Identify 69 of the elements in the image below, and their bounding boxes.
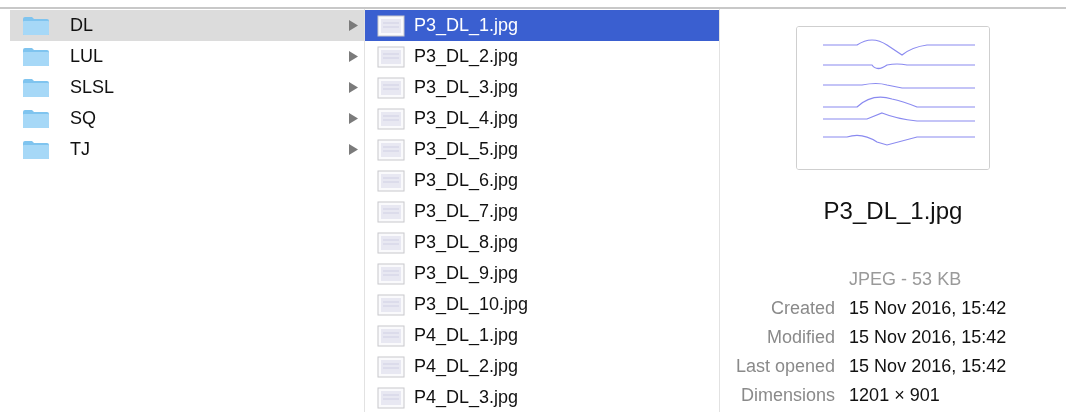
folder-icon [22,108,50,129]
image-file-icon [377,169,405,192]
info-label: Dimensions [740,385,836,406]
image-file-icon [377,107,405,130]
folder-name: TJ [70,139,91,160]
file-name: P3_DL_6.jpg [414,170,519,191]
disclosure-arrow-icon [349,20,358,31]
image-file-icon [377,293,405,316]
file-row[interactable]: P3_DL_1.jpg [365,10,719,41]
file-row[interactable]: P3_DL_10.jpg [365,289,719,320]
file-row[interactable]: P3_DL_7.jpg [365,196,719,227]
file-row[interactable]: P4_DL_3.jpg [365,382,719,412]
folder-icon [22,15,50,36]
file-row[interactable]: P4_DL_2.jpg [365,351,719,382]
folder-name: DL [70,15,94,36]
folder-name: SLSL [70,77,116,98]
disclosure-arrow-icon [349,82,358,93]
file-name: P3_DL_7.jpg [414,201,519,222]
image-file-icon [377,231,405,254]
file-name: P3_DL_3.jpg [414,77,519,98]
info-label: Created [770,298,836,319]
file-row[interactable]: P3_DL_5.jpg [365,134,719,165]
info-value: 15 Nov 2016, 15:42 [849,298,1007,319]
file-name: P4_DL_3.jpg [414,387,519,408]
file-name: P3_DL_10.jpg [414,294,529,315]
folder-name: SQ [70,108,97,129]
info-label: Modified [766,327,836,348]
folder-row[interactable]: LUL [10,41,364,72]
file-row[interactable]: P3_DL_6.jpg [365,165,719,196]
disclosure-arrow-icon [349,113,358,124]
image-file-icon [377,386,405,409]
info-value: 15 Nov 2016, 15:42 [849,327,1007,348]
preview-filename: P3_DL_1.jpg [823,197,963,225]
folder-name: LUL [70,46,105,67]
file-kind-size: JPEG - 53 KB [849,269,963,290]
file-row[interactable]: P4_DL_1.jpg [365,320,719,351]
image-file-icon [377,14,405,37]
image-file-icon [377,324,405,347]
image-file-icon [377,200,405,223]
file-row[interactable]: P3_DL_8.jpg [365,227,719,258]
folder-row[interactable]: SLSL [10,72,364,103]
file-row[interactable]: P3_DL_3.jpg [365,72,719,103]
file-row[interactable]: P3_DL_2.jpg [365,41,719,72]
info-value: 15 Nov 2016, 15:42 [849,356,1007,377]
file-name: P3_DL_1.jpg [414,15,519,36]
image-file-icon [377,262,405,285]
file-name: P4_DL_2.jpg [414,356,519,377]
image-file-icon [377,355,405,378]
file-row[interactable]: P3_DL_4.jpg [365,103,719,134]
file-name: P3_DL_5.jpg [414,139,519,160]
file-name: P3_DL_2.jpg [414,46,519,67]
file-name: P3_DL_8.jpg [414,232,519,253]
folder-row[interactable]: DL [10,10,364,41]
file-name: P3_DL_9.jpg [414,263,519,284]
file-row[interactable]: P3_DL_9.jpg [365,258,719,289]
file-name: P4_DL_1.jpg [414,325,519,346]
folder-icon [22,46,50,67]
disclosure-arrow-icon [349,144,358,155]
image-file-icon [377,76,405,99]
folder-row[interactable]: SQ [10,103,364,134]
info-value: 1201 × 901 [849,385,941,406]
file-name: P3_DL_4.jpg [414,108,519,129]
folder-icon [22,77,50,98]
info-label: Last opened [736,356,836,377]
image-file-icon [377,45,405,68]
image-file-icon [377,138,405,161]
folder-icon [22,139,50,160]
folder-row[interactable]: TJ [10,134,364,165]
disclosure-arrow-icon [349,51,358,62]
